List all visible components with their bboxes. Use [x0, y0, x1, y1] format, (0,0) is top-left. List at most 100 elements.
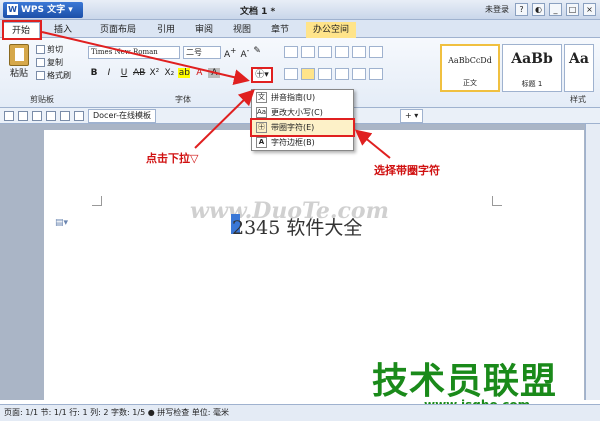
tab-sections[interactable]: 章节	[264, 22, 296, 38]
login-status[interactable]: 未登录	[485, 4, 509, 15]
line-spacing-icon[interactable]	[352, 68, 366, 80]
style-heading-1[interactable]: AaBb 标题 1	[502, 44, 562, 92]
doc-icon: ▤▾	[55, 218, 69, 228]
tab-references[interactable]: 引用	[150, 22, 182, 38]
style-sample: AaBbCcDd	[448, 56, 492, 65]
font-color-icon[interactable]: A	[193, 68, 205, 78]
char-shading-icon[interactable]: A	[208, 68, 221, 78]
paste-label: 粘贴	[9, 69, 28, 79]
undo-icon[interactable]	[60, 110, 70, 121]
status-bar: 页面: 1/1 节: 1/1 行: 1 列: 2 字数: 1/5 ● 拼写检查 …	[0, 404, 600, 421]
redo-icon[interactable]	[74, 110, 84, 121]
increase-indent-icon[interactable]	[335, 46, 349, 58]
styles-group-label: 样式	[570, 95, 586, 104]
subscript-icon[interactable]: X₂	[163, 68, 175, 78]
align-right-icon[interactable]	[318, 68, 332, 80]
show-marks-icon[interactable]	[369, 46, 383, 58]
shrink-font-icon[interactable]: A-	[240, 46, 249, 60]
copy-label: 复制	[47, 58, 63, 67]
clear-format-icon[interactable]: ✎	[253, 46, 261, 60]
highlight-icon[interactable]: ab	[178, 68, 191, 78]
case-icon: Aa	[256, 107, 267, 118]
cut-button[interactable]: 剪切	[36, 43, 71, 56]
margin-corner	[492, 196, 502, 206]
underline-icon[interactable]: U	[118, 68, 130, 78]
menu-label: 带圈字符(E)	[271, 123, 315, 132]
brush-icon	[36, 71, 45, 80]
menu-label: 字符边框(B)	[271, 138, 315, 147]
align-center-icon[interactable]	[301, 68, 315, 80]
save-icon[interactable]	[18, 110, 28, 121]
copy-button[interactable]: 复制	[36, 56, 71, 69]
font-size-select[interactable]: 二号	[183, 46, 221, 59]
font-grow-row: A+ A- ✎	[224, 46, 261, 60]
wps-logo-icon: W	[7, 4, 18, 15]
brand-logo: 技术员联盟	[372, 361, 558, 402]
align-left-icon[interactable]	[284, 68, 298, 80]
clipboard-small-buttons: 剪切 复制 格式刷	[36, 43, 71, 82]
format-painter-button[interactable]: 格式刷	[36, 69, 71, 82]
numbering-icon[interactable]	[301, 46, 315, 58]
tab-office-space[interactable]: 办公空间	[306, 22, 356, 38]
bold-icon[interactable]: B	[88, 68, 100, 78]
font-name-select[interactable]: Times New Roman	[88, 46, 180, 59]
enclosed-char-dropdown-button[interactable]: ㊉▾	[251, 67, 273, 83]
preview-icon[interactable]	[46, 110, 56, 121]
enclosed-char-icon: ㊉	[256, 122, 267, 133]
bullets-icon[interactable]	[284, 46, 298, 58]
strikethrough-icon[interactable]: AB	[133, 68, 145, 78]
paste-button[interactable]: 粘贴	[6, 44, 32, 88]
open-icon[interactable]	[4, 110, 14, 121]
superscript-icon[interactable]: X²	[148, 68, 160, 78]
justify-icon[interactable]	[335, 68, 349, 80]
menu-item-char-border[interactable]: A 字符边框(B)	[252, 135, 353, 150]
help-icon[interactable]: ?	[515, 3, 528, 16]
enclosed-char-menu: 文拼音指南(U) Aa 更改大小写(C) ㊉带圈字符(E) A 字符边框(B)	[250, 89, 355, 151]
decrease-indent-icon[interactable]	[318, 46, 332, 58]
tab-review[interactable]: 审阅	[188, 22, 220, 38]
docer-template-tab[interactable]: Docer-在线模板	[88, 108, 157, 123]
window-controls: 未登录 ? ◐ _ □ ×	[485, 3, 596, 16]
highlight-box-home-tab	[2, 20, 42, 40]
vertical-scrollbar[interactable]	[585, 124, 600, 400]
new-tab-button[interactable]: + ▾	[400, 108, 424, 123]
maximize-icon[interactable]: □	[566, 3, 579, 16]
clipboard-group-label: 剪贴板	[30, 95, 54, 104]
tab-insert[interactable]: 插入	[46, 22, 80, 38]
cut-label: 剪切	[47, 45, 63, 54]
app-label: WPS 文字	[21, 5, 66, 15]
style-name: 正文	[463, 79, 477, 87]
style-heading-2[interactable]: Aa	[564, 44, 594, 92]
close-icon[interactable]: ×	[583, 3, 596, 16]
menu-item-enclosed-char[interactable]: ㊉带圈字符(E)	[250, 118, 355, 137]
italic-icon[interactable]: I	[103, 68, 115, 78]
tab-page-layout[interactable]: 页面布局	[92, 22, 144, 38]
clipboard-icon	[9, 44, 29, 66]
annotation-click-dropdown: 点击下拉▽	[146, 152, 199, 165]
menu-item-change-case[interactable]: Aa 更改大小写(C)	[252, 105, 353, 120]
shading-icon[interactable]	[369, 68, 383, 80]
menu-label: 拼音指南(U)	[271, 93, 316, 102]
minimize-icon[interactable]: _	[549, 3, 562, 16]
margin-corner	[92, 196, 102, 206]
sort-icon[interactable]	[352, 46, 366, 58]
ribbon-tabs: 开始 插入 页面布局 引用 审阅 视图 章节 办公空间	[0, 20, 600, 38]
skin-icon[interactable]: ◐	[532, 3, 545, 16]
menu-label: 更改大小写(C)	[271, 108, 323, 117]
align-row	[284, 68, 383, 80]
paragraph-row	[284, 46, 383, 58]
menu-item-phonetic[interactable]: 文拼音指南(U)	[252, 90, 353, 105]
print-icon[interactable]	[32, 110, 42, 121]
annotation-select-enclosed: 选择带圈字符	[374, 164, 440, 177]
grow-font-icon[interactable]: A+	[224, 46, 236, 60]
format-painter-label: 格式刷	[47, 71, 71, 80]
style-normal[interactable]: AaBbCcDd 正文	[440, 44, 500, 92]
font-group-label: 字体	[175, 95, 191, 104]
document-text[interactable]: 2345 软件大全	[232, 213, 362, 240]
style-sample: Aa	[569, 51, 589, 67]
char-border-icon: A	[256, 137, 267, 148]
tab-view[interactable]: 视图	[226, 22, 258, 38]
phonetic-icon: 文	[256, 92, 267, 103]
app-menu-button[interactable]: W WPS 文字 ▾	[3, 2, 83, 18]
document-title: 文档 1 *	[240, 7, 276, 17]
